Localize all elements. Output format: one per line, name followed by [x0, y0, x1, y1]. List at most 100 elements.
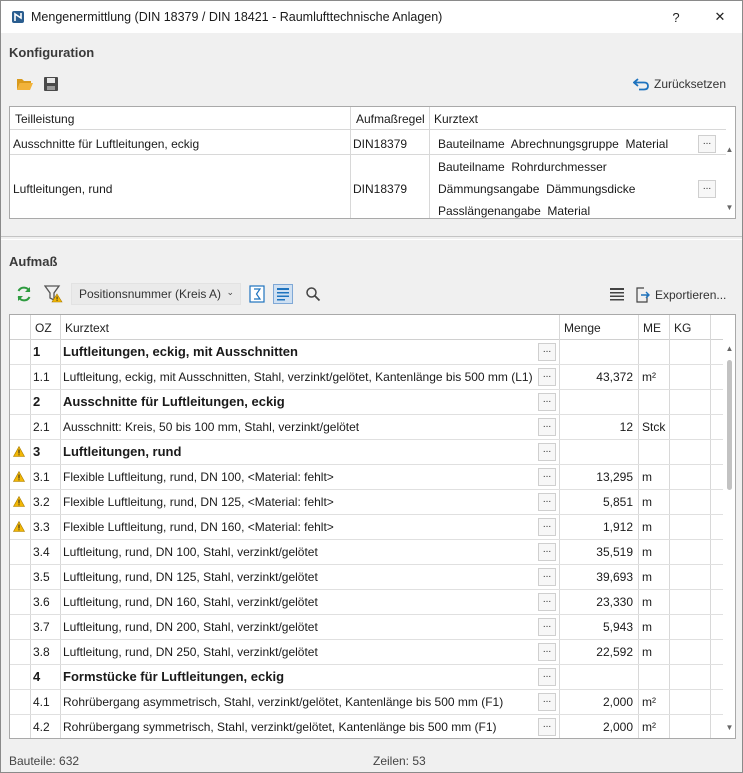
row-me: m²	[642, 695, 656, 709]
row-oz: 2.1	[33, 420, 50, 434]
row-edit-button[interactable]: ...	[538, 518, 556, 536]
row-edit-button[interactable]: ...	[538, 393, 556, 411]
sum-icon[interactable]	[247, 284, 267, 304]
table-row[interactable]: 3.2 Flexible Luftleitung, rund, DN 125, <…	[10, 490, 723, 515]
table-row[interactable]: 3.3 Flexible Luftleitung, rund, DN 160, <…	[10, 515, 723, 540]
cfg-row2-kurztext-line3[interactable]: Passlängenangabe Material	[438, 204, 590, 218]
cfg-row1-teilleistung[interactable]: Ausschnitte für Luftleitungen, eckig	[13, 137, 199, 151]
table-row[interactable]: 1.1 Luftleitung, eckig, mit Ausschnitten,…	[10, 365, 723, 390]
table-row[interactable]: 3.6 Luftleitung, rund, DN 160, Stahl, ver…	[10, 590, 723, 615]
row-edit-button[interactable]: ...	[538, 668, 556, 686]
scroll-thumb[interactable]	[727, 360, 732, 490]
scroll-up-icon[interactable]: ▲	[724, 344, 735, 353]
row-kg	[672, 615, 708, 639]
row-edit-button[interactable]: ...	[538, 568, 556, 586]
row-edit-button[interactable]: ...	[538, 418, 556, 436]
row-menge: 5,851	[602, 495, 633, 509]
row-edit-button[interactable]: ...	[538, 718, 556, 736]
cfg-row1-edit-button[interactable]: ...	[698, 135, 716, 153]
row-kurztext: Ausschnitte für Luftleitungen, eckig	[63, 394, 285, 409]
row-me: m	[642, 470, 652, 484]
cfg-row2-kurztext-line2[interactable]: Dämmungsangabe Dämmungsdicke	[438, 182, 635, 196]
scroll-down-icon[interactable]: ▼	[724, 203, 735, 212]
warning-icon	[12, 495, 26, 510]
grid-header-row: OZ Kurztext Menge ME KG	[10, 315, 723, 340]
col-oz[interactable]: OZ	[35, 321, 52, 335]
group-row[interactable]: 2 Ausschnitte für Luftleitungen, eckig...	[10, 390, 723, 415]
help-button[interactable]: ?	[659, 1, 693, 33]
row-kg	[672, 690, 708, 714]
grid-scrollbar[interactable]: ▲ ▼	[724, 340, 735, 738]
refresh-icon[interactable]	[14, 284, 34, 304]
row-kg	[672, 340, 708, 364]
row-menge	[562, 390, 633, 414]
row-oz: 2	[33, 394, 41, 409]
row-edit-button[interactable]: ...	[538, 343, 556, 361]
row-edit-button[interactable]: ...	[538, 443, 556, 461]
scroll-up-icon[interactable]: ▲	[724, 145, 735, 154]
row-menge: 2,000	[602, 695, 633, 709]
table-row[interactable]: 2.1 Ausschnitt: Kreis, 50 bis 100 mm, Sta…	[10, 415, 723, 440]
open-folder-icon[interactable]	[15, 74, 35, 94]
col-me[interactable]: ME	[643, 321, 661, 335]
cfg-row1-regel[interactable]: DIN18379	[353, 137, 407, 151]
row-menge	[562, 440, 633, 464]
row-kurztext: Luftleitung, rund, DN 200, Stahl, verzin…	[63, 620, 318, 634]
row-menge: 5,943	[602, 620, 633, 634]
row-kurztext: Luftleitungen, eckig, mit Ausschnitten	[63, 344, 298, 359]
close-button[interactable]: ✕	[703, 1, 737, 33]
export-label: Exportieren...	[655, 288, 727, 302]
cfg-row2-edit-button[interactable]: ...	[698, 180, 716, 198]
row-kurztext: Formstücke für Luftleitungen, eckig	[63, 669, 285, 684]
col-menge[interactable]: Menge	[564, 321, 601, 335]
panel-splitter[interactable]	[1, 236, 742, 240]
row-oz: 3.8	[33, 645, 50, 659]
row-menge: 22,592	[596, 645, 633, 659]
row-edit-button[interactable]: ...	[538, 543, 556, 561]
row-edit-button[interactable]: ...	[538, 468, 556, 486]
cfg-row2-regel[interactable]: DIN18379	[353, 182, 407, 196]
scroll-down-icon[interactable]: ▼	[724, 723, 735, 732]
reset-button[interactable]: Zurücksetzen	[633, 77, 726, 91]
columns-icon[interactable]	[607, 284, 627, 304]
row-oz: 4.1	[33, 695, 50, 709]
row-edit-button[interactable]: ...	[538, 618, 556, 636]
export-button[interactable]: Exportieren...	[634, 287, 726, 303]
row-edit-button[interactable]: ...	[538, 593, 556, 611]
cfg-row2-kurztext-line1[interactable]: Bauteilname Rohrdurchmesser	[438, 160, 607, 174]
detail-view-icon[interactable]	[273, 284, 293, 304]
reset-label: Zurücksetzen	[654, 77, 727, 91]
row-edit-button[interactable]: ...	[538, 643, 556, 661]
table-row[interactable]: 4.2 Rohrübergang symmetrisch, Stahl, verz…	[10, 715, 723, 738]
group-row[interactable]: 4 Formstücke für Luftleitungen, eckig...	[10, 665, 723, 690]
row-kg	[672, 365, 708, 389]
group-row[interactable]: 1 Luftleitungen, eckig, mit Ausschnitten.…	[10, 340, 723, 365]
row-edit-button[interactable]: ...	[538, 368, 556, 386]
table-row[interactable]: 3.8 Luftleitung, rund, DN 250, Stahl, ver…	[10, 640, 723, 665]
table-row[interactable]: 3.1 Flexible Luftleitung, rund, DN 100, <…	[10, 465, 723, 490]
col-kg[interactable]: KG	[674, 321, 691, 335]
table-row[interactable]: 4.1 Rohrübergang asymmetrisch, Stahl, ver…	[10, 690, 723, 715]
table-row[interactable]: 3.7 Luftleitung, rund, DN 200, Stahl, ver…	[10, 615, 723, 640]
aufmass-title: Aufmaß	[9, 254, 58, 269]
cfg-col-teilleistung: Teilleistung	[15, 112, 75, 126]
cfg-scrollbar[interactable]: ▲ ▼	[724, 107, 735, 218]
row-oz: 3.7	[33, 620, 50, 634]
group-row[interactable]: 3 Luftleitungen, rund...	[10, 440, 723, 465]
row-edit-button[interactable]: ...	[538, 693, 556, 711]
row-menge: 35,519	[596, 545, 633, 559]
col-kurztext[interactable]: Kurztext	[65, 321, 109, 335]
filter-warning-icon[interactable]	[44, 284, 64, 304]
save-icon[interactable]	[41, 74, 61, 94]
cfg-row2-teilleistung[interactable]: Luftleitungen, rund	[13, 182, 112, 196]
row-kurztext: Luftleitung, rund, DN 100, Stahl, verzin…	[63, 545, 318, 559]
row-edit-button[interactable]: ...	[538, 493, 556, 511]
row-me: m	[642, 595, 652, 609]
sort-select[interactable]: Positionsnummer (Kreis A) ⌄	[71, 283, 241, 305]
table-row[interactable]: 3.4 Luftleitung, rund, DN 100, Stahl, ver…	[10, 540, 723, 565]
cfg-row1-kurztext[interactable]: Bauteilname Abrechnungsgruppe Material	[438, 137, 668, 151]
row-oz: 4.2	[33, 720, 50, 734]
search-icon[interactable]	[303, 284, 323, 304]
table-row[interactable]: 3.5 Luftleitung, rund, DN 125, Stahl, ver…	[10, 565, 723, 590]
row-me: m²	[642, 720, 656, 734]
